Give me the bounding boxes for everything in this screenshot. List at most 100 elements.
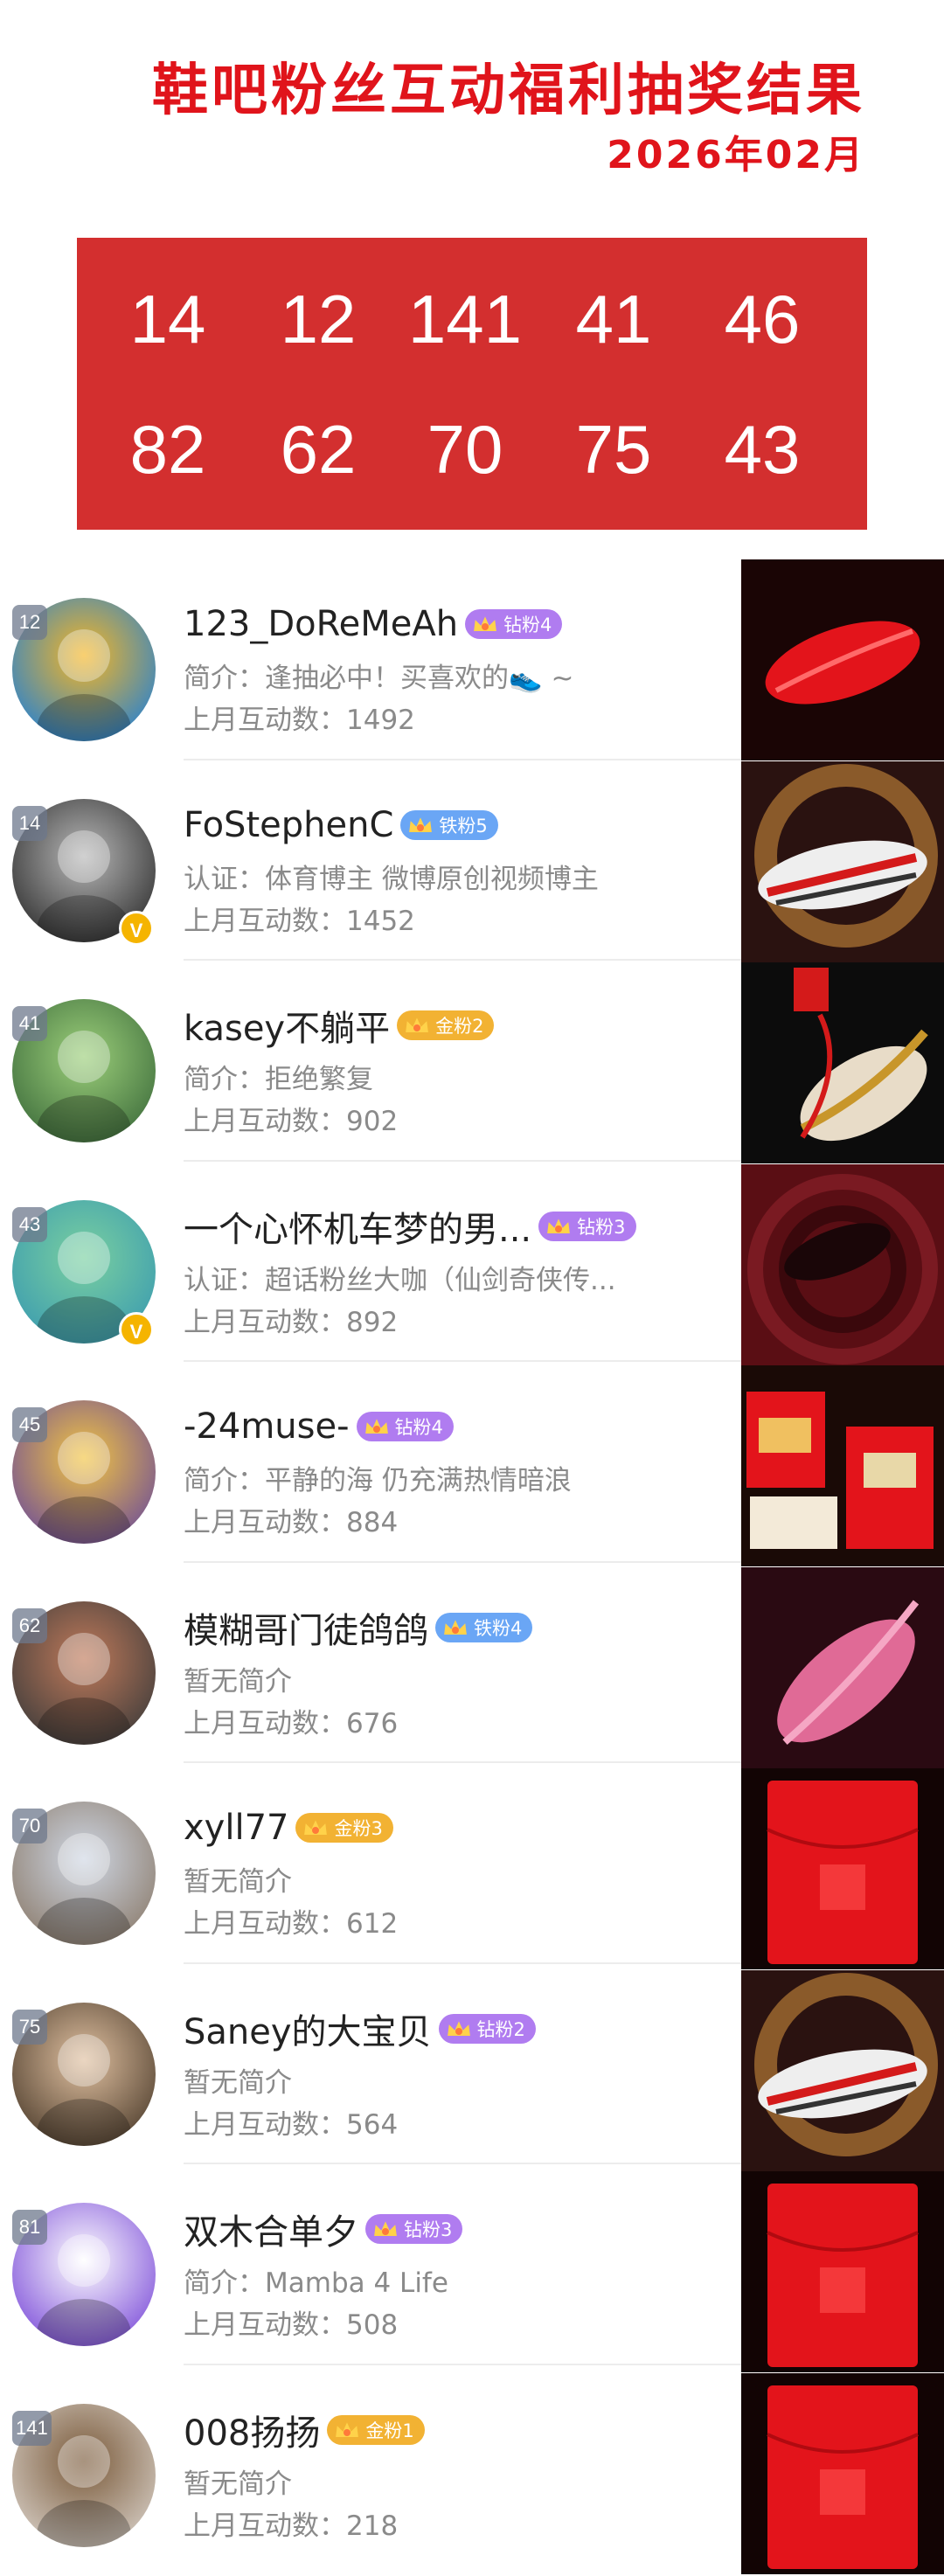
rank-badge: 12 <box>12 605 47 640</box>
rank-badge: 14 <box>12 805 47 841</box>
verified-icon: V <box>119 910 154 946</box>
crown-icon <box>471 612 499 633</box>
winner-row[interactable]: 14 V FoStephenC 铁粉5 认证：体育博主 微博原创视频博主 上月互动数：14… <box>0 760 741 961</box>
rank-badge: 141 <box>12 2410 52 2446</box>
interaction-count: 上月互动数：892 <box>184 1306 399 1338</box>
user-bio: 认证：体育博主 微博原创视频博主 <box>184 863 599 895</box>
fan-level-label: 钻粉4 <box>394 1417 443 1438</box>
rank-badge: 81 <box>12 2210 47 2245</box>
interaction-count: 上月互动数：218 <box>184 2510 399 2542</box>
rank-badge: 45 <box>12 1407 47 1442</box>
crown-icon <box>545 1214 573 1235</box>
red-sneaker-icon <box>741 559 944 760</box>
prize-image[interactable] <box>741 2372 944 2575</box>
crown-icon <box>445 2017 472 2038</box>
prize-image[interactable] <box>741 1969 944 2172</box>
winner-row[interactable]: 70 xyll77 金粉3 暂无简介 上月互动数：612 <box>0 1763 741 1964</box>
user-name[interactable]: 模糊哥门徒鸽鸽 <box>184 1602 428 1653</box>
prize-image[interactable] <box>741 1163 944 1366</box>
winning-number: 75 <box>575 411 652 488</box>
fan-level-label: 铁粉4 <box>474 1617 523 1639</box>
page-title: 鞋吧粉丝互动福利抽奖结果 <box>152 59 865 123</box>
winner-row[interactable]: 75 Saney的大宝贝 钻粉2 暂无简介 上月互动数：564 <box>0 1964 741 2164</box>
winning-number: 46 <box>724 281 801 358</box>
user-name[interactable]: xyll77 <box>184 1808 288 1848</box>
user-name-line: kasey不躺平 金粉2 <box>184 1000 495 1051</box>
winner-row[interactable]: 41 kasey不躺平 金粉2 简介：拒绝繁复 上月互动数：902 <box>0 961 741 1162</box>
crown-icon <box>371 2217 399 2238</box>
rank-badge: 70 <box>12 1809 47 1843</box>
fan-level-badge: 钻粉3 <box>538 1211 636 1241</box>
fan-level-badge: 金粉3 <box>295 1813 393 1843</box>
interaction-count: 上月互动数：1492 <box>184 705 415 736</box>
user-name[interactable]: 一个心怀机车梦的男... <box>184 1201 531 1252</box>
user-name-line: FoStephenC 铁粉5 <box>184 801 498 850</box>
prize-image[interactable] <box>741 962 944 1164</box>
fan-level-label: 钻粉3 <box>404 2219 453 2240</box>
interaction-count: 上月互动数：564 <box>184 2108 399 2141</box>
prize-image[interactable] <box>741 760 944 963</box>
user-name-line: Saney的大宝贝 钻粉2 <box>184 2004 536 2053</box>
verified-icon: V <box>119 1311 154 1347</box>
fan-level-badge: 钻粉4 <box>465 609 563 639</box>
dark-swirl-sneaker-icon <box>741 1163 944 1365</box>
fan-level-label: 钻粉3 <box>577 1216 626 1238</box>
crown-icon <box>363 1414 390 1435</box>
winner-row[interactable]: 62 模糊哥门徒鸽鸽 铁粉4 暂无简介 上月互动数：676 <box>0 1563 741 1763</box>
red-envelope-icon <box>741 1768 944 1969</box>
interaction-count: 上月互动数：902 <box>184 1106 399 1137</box>
user-name[interactable]: -24muse- <box>184 1406 350 1447</box>
user-bio: 简介：Mamba 4 Life <box>184 2267 448 2299</box>
rank-badge: 43 <box>12 1206 47 1242</box>
winner-row[interactable]: 45 -24muse- 钻粉4 简介：平静的海 仍充满热情暗浪 上月互动数：884 <box>0 1362 741 1563</box>
user-name[interactable]: 008扬扬 <box>184 2405 320 2455</box>
gift-box-icon <box>741 1365 944 1566</box>
winning-number: 62 <box>280 411 357 488</box>
winner-row[interactable]: 12 123_DoReMeAh 钻粉4 简介：逢抽必中！买喜欢的👟 ~ 上月互动数：14… <box>0 559 741 760</box>
winning-number: 14 <box>129 281 206 358</box>
user-name-line: 一个心怀机车梦的男... 钻粉3 <box>184 1202 636 1251</box>
user-bio: 暂无简介 <box>184 2066 292 2099</box>
winning-number: 12 <box>280 281 357 358</box>
crown-icon <box>302 1816 330 1837</box>
interaction-count: 上月互动数：508 <box>184 2309 399 2341</box>
user-name-line: 模糊哥门徒鸽鸽 铁粉4 <box>184 1602 533 1653</box>
winning-number: 82 <box>129 411 206 488</box>
fan-level-badge: 铁粉4 <box>435 1612 533 1642</box>
winner-row[interactable]: 43 V 一个心怀机车梦的男... 钻粉3 认证：超话粉丝大咖（仙剑奇侠传... 上月互动… <box>0 1162 741 1362</box>
prize-image[interactable] <box>741 559 944 761</box>
crown-icon <box>441 1615 469 1636</box>
fan-level-label: 铁粉5 <box>439 815 488 837</box>
winning-numbers-panel: 14 12 141 41 46 82 62 70 75 43 <box>77 238 867 530</box>
winner-row[interactable]: 81 双木合单夕 钻粉3 简介：Mamba 4 Life 上月互动数：508 <box>0 2164 741 2365</box>
user-bio: 暂无简介 <box>184 1866 292 1898</box>
fan-level-badge: 钻粉2 <box>438 2013 536 2044</box>
winning-number: 43 <box>724 411 801 488</box>
red-gold-sneaker-icon <box>741 962 944 1163</box>
crown-icon <box>407 813 434 834</box>
user-bio: 认证：超话粉丝大咖（仙剑奇侠传... <box>184 1264 616 1296</box>
user-bio: 简介：平静的海 仍充满热情暗浪 <box>184 1465 572 1496</box>
user-name[interactable]: 双木合单夕 <box>184 2204 358 2254</box>
user-name[interactable]: kasey不躺平 <box>184 1000 390 1051</box>
prize-image[interactable] <box>741 1566 944 1769</box>
prize-image[interactable] <box>741 2171 944 2373</box>
prize-image[interactable] <box>741 1365 944 1567</box>
pink-sneaker-icon <box>741 1566 944 1768</box>
winning-number: 141 <box>407 281 523 358</box>
interaction-count: 上月互动数：1452 <box>184 905 415 937</box>
interaction-count: 上月互动数：884 <box>184 1507 399 1538</box>
prize-image[interactable] <box>741 1768 944 1970</box>
user-name-line: 123_DoReMeAh 钻粉4 <box>184 600 563 649</box>
user-name[interactable]: 123_DoReMeAh <box>184 604 458 644</box>
user-name[interactable]: FoStephenC <box>184 805 393 845</box>
interaction-count: 上月互动数：676 <box>184 1707 399 1739</box>
white-red-sneaker-icon <box>741 760 944 962</box>
user-name[interactable]: Saney的大宝贝 <box>184 2003 432 2054</box>
winner-row[interactable]: 141 008扬扬 金粉1 暂无简介 上月互动数：218 <box>0 2365 741 2566</box>
crown-icon <box>403 1013 431 1034</box>
user-name-line: 双木合单夕 钻粉3 <box>184 2204 463 2254</box>
fan-level-badge: 钻粉4 <box>356 1412 454 1441</box>
winning-number: 70 <box>427 411 503 488</box>
red-envelope-icon <box>741 2372 944 2574</box>
